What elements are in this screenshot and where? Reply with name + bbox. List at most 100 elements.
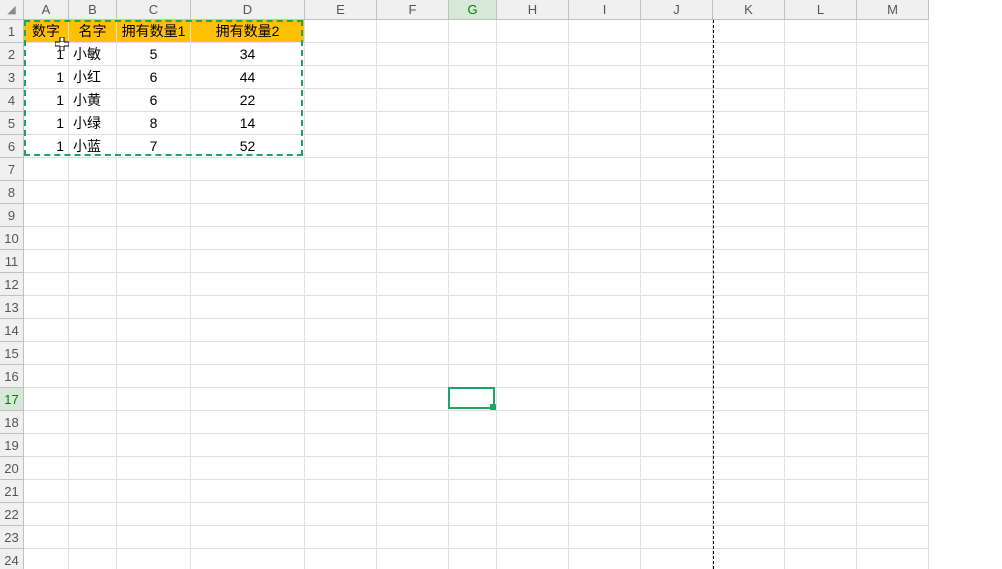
- table-cell[interactable]: 小黄: [69, 89, 117, 112]
- cell[interactable]: [713, 43, 785, 66]
- cell[interactable]: [641, 388, 713, 411]
- cell[interactable]: [713, 503, 785, 526]
- cell[interactable]: [305, 365, 377, 388]
- cell[interactable]: [449, 549, 497, 569]
- cell[interactable]: [69, 480, 117, 503]
- cell[interactable]: [69, 273, 117, 296]
- cell[interactable]: [785, 273, 857, 296]
- cell[interactable]: [191, 273, 305, 296]
- cell[interactable]: [305, 135, 377, 158]
- cell[interactable]: [449, 135, 497, 158]
- cell[interactable]: [857, 457, 929, 480]
- cell[interactable]: [305, 319, 377, 342]
- cell[interactable]: [641, 204, 713, 227]
- cell[interactable]: [69, 503, 117, 526]
- cell[interactable]: [713, 66, 785, 89]
- cell[interactable]: [641, 457, 713, 480]
- cell[interactable]: [641, 250, 713, 273]
- cell[interactable]: [497, 365, 569, 388]
- cell[interactable]: [69, 411, 117, 434]
- cell[interactable]: [569, 66, 641, 89]
- cell[interactable]: [569, 112, 641, 135]
- row-header[interactable]: 11: [0, 250, 24, 273]
- row-header[interactable]: 16: [0, 365, 24, 388]
- cell[interactable]: [305, 434, 377, 457]
- table-header-cell[interactable]: 拥有数量2: [191, 20, 305, 43]
- cell[interactable]: [305, 342, 377, 365]
- cell[interactable]: [69, 158, 117, 181]
- cell[interactable]: [69, 549, 117, 569]
- cell[interactable]: [857, 66, 929, 89]
- cell[interactable]: [191, 434, 305, 457]
- cell[interactable]: [785, 342, 857, 365]
- cell[interactable]: [713, 411, 785, 434]
- cell[interactable]: [857, 388, 929, 411]
- cell[interactable]: [713, 319, 785, 342]
- cell[interactable]: [305, 112, 377, 135]
- cell[interactable]: [641, 342, 713, 365]
- cell[interactable]: [497, 112, 569, 135]
- cell[interactable]: [191, 204, 305, 227]
- cell[interactable]: [377, 457, 449, 480]
- cell[interactable]: [449, 457, 497, 480]
- cell[interactable]: [857, 296, 929, 319]
- cell[interactable]: [305, 411, 377, 434]
- cell[interactable]: [569, 319, 641, 342]
- cell[interactable]: [785, 388, 857, 411]
- cell[interactable]: [569, 388, 641, 411]
- table-cell[interactable]: 1: [24, 89, 69, 112]
- row-header[interactable]: 2: [0, 43, 24, 66]
- cell[interactable]: [24, 181, 69, 204]
- cell[interactable]: [641, 66, 713, 89]
- cell[interactable]: [117, 411, 191, 434]
- cell[interactable]: [377, 43, 449, 66]
- column-header[interactable]: H: [497, 0, 569, 20]
- cell[interactable]: [857, 89, 929, 112]
- cell[interactable]: [641, 273, 713, 296]
- cell[interactable]: [785, 20, 857, 43]
- table-cell[interactable]: 22: [191, 89, 305, 112]
- cell[interactable]: [449, 342, 497, 365]
- cell[interactable]: [449, 480, 497, 503]
- cell[interactable]: [857, 227, 929, 250]
- column-header[interactable]: G: [449, 0, 497, 20]
- cell[interactable]: [305, 549, 377, 569]
- cell[interactable]: [641, 365, 713, 388]
- cell[interactable]: [497, 388, 569, 411]
- cell[interactable]: [305, 89, 377, 112]
- cell[interactable]: [69, 250, 117, 273]
- cell[interactable]: [117, 227, 191, 250]
- cell[interactable]: [24, 319, 69, 342]
- cell[interactable]: [569, 503, 641, 526]
- column-header[interactable]: L: [785, 0, 857, 20]
- cell[interactable]: [191, 227, 305, 250]
- cell[interactable]: [117, 181, 191, 204]
- cell[interactable]: [785, 526, 857, 549]
- cell[interactable]: [449, 434, 497, 457]
- cell[interactable]: [857, 112, 929, 135]
- column-header[interactable]: B: [69, 0, 117, 20]
- cell[interactable]: [305, 227, 377, 250]
- row-header[interactable]: 6: [0, 135, 24, 158]
- table-cell[interactable]: 52: [191, 135, 305, 158]
- cell[interactable]: [785, 43, 857, 66]
- cell[interactable]: [785, 66, 857, 89]
- cell[interactable]: [24, 227, 69, 250]
- cell[interactable]: [24, 342, 69, 365]
- cell[interactable]: [641, 526, 713, 549]
- cell[interactable]: [449, 319, 497, 342]
- cell[interactable]: [641, 480, 713, 503]
- cell[interactable]: [449, 112, 497, 135]
- cell[interactable]: [569, 43, 641, 66]
- cell[interactable]: [449, 296, 497, 319]
- cell[interactable]: [377, 181, 449, 204]
- cell[interactable]: [497, 181, 569, 204]
- cell[interactable]: [377, 319, 449, 342]
- cell[interactable]: [377, 273, 449, 296]
- row-header[interactable]: 3: [0, 66, 24, 89]
- cell[interactable]: [857, 549, 929, 569]
- cell[interactable]: [69, 227, 117, 250]
- cell[interactable]: [497, 434, 569, 457]
- cell[interactable]: [497, 319, 569, 342]
- cell[interactable]: [377, 135, 449, 158]
